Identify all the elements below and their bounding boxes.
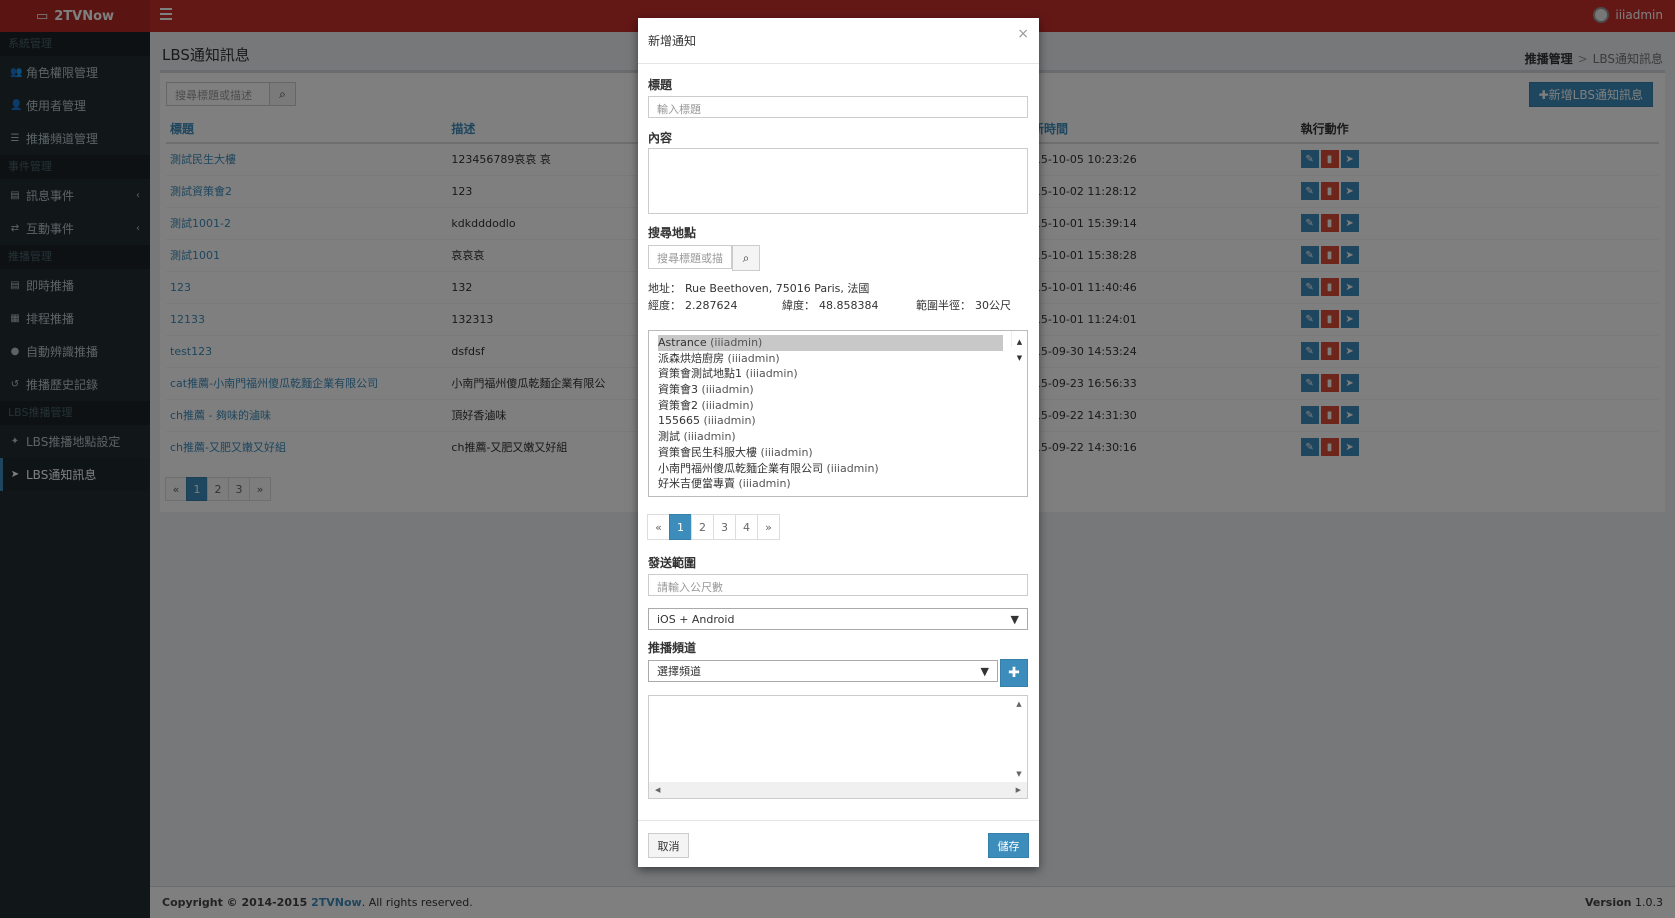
search-icon: ⌕ xyxy=(742,250,750,265)
list-item[interactable]: 資策會民生科服大樓 (iiiadmin) xyxy=(658,445,1003,461)
location-label: 搜尋地點 xyxy=(648,226,697,240)
list-item[interactable]: 好米吉便當專賣 (iiiadmin) xyxy=(658,476,1003,492)
address-value: Rue Beethoven, 75016 Paris, 法國 xyxy=(685,282,870,295)
list-item[interactable]: Astrance (iiiadmin) xyxy=(658,335,1003,351)
listbox-scrollbar[interactable]: ▲ ▼ xyxy=(1011,331,1027,362)
save-button[interactable]: 儲存 xyxy=(988,833,1029,858)
page-link[interactable]: 3 xyxy=(713,514,736,540)
channel-select[interactable]: 選擇頻道 ▼ xyxy=(648,660,998,682)
channel-label: 推播頻道 xyxy=(648,641,697,655)
title-input[interactable]: 輸入標題 xyxy=(648,96,1028,118)
cancel-button[interactable]: 取消 xyxy=(648,833,689,858)
list-item[interactable]: 155665 (iiiadmin) xyxy=(658,413,1003,429)
page-link[interactable]: 1 xyxy=(669,514,692,540)
page-link[interactable]: 2 xyxy=(691,514,714,540)
close-icon[interactable]: × xyxy=(1017,26,1029,42)
caret-down-icon: ▼ xyxy=(1010,612,1019,626)
add-channel-button[interactable]: ✚ xyxy=(1000,659,1028,687)
vertical-scrollbar[interactable]: ▲ ▼ xyxy=(1011,696,1027,782)
location-search-button[interactable]: ⌕ xyxy=(732,245,760,271)
latitude-value: 48.858384 xyxy=(819,299,879,312)
modal-title: 新增通知 xyxy=(648,34,697,48)
range-input[interactable]: 請輸入公尺數 xyxy=(648,574,1028,596)
list-item[interactable]: 資策會測試地點1 (iiiadmin) xyxy=(658,366,1003,382)
content-textarea[interactable] xyxy=(648,148,1028,214)
places-pagination: «1 2 3 4» xyxy=(647,514,780,540)
modal-footer: 取消 儲存 xyxy=(638,820,1039,867)
list-item[interactable]: 測試 (iiiadmin) xyxy=(658,429,1003,445)
caret-down-icon: ▼ xyxy=(980,664,989,678)
page-link[interactable]: 4 xyxy=(735,514,758,540)
location-search-input[interactable]: 搜尋標題或描 xyxy=(648,245,732,269)
platform-select[interactable]: iOS + Android ▼ xyxy=(648,608,1028,630)
page-link[interactable]: » xyxy=(757,514,780,540)
page-link[interactable]: « xyxy=(647,514,670,540)
address-line: 地址： Rue Beethoven, 75016 Paris, 法國 xyxy=(648,282,870,295)
radius-value: 30公尺 xyxy=(975,299,1011,312)
horizontal-scrollbar[interactable]: ◀ ▶ xyxy=(649,782,1027,798)
longitude-value: 2.287624 xyxy=(685,299,738,312)
scroll-down-icon: ▼ xyxy=(1016,353,1023,362)
channel-listbox[interactable]: ▲ ▼ ◀ ▶ xyxy=(648,695,1028,799)
title-label: 標題 xyxy=(648,78,673,92)
add-notification-modal: 新增通知 × 標題 輸入標題 內容 搜尋地點 搜尋標題或描 ⌕ 地址： Rue B… xyxy=(638,18,1039,867)
modal-header: 新增通知 × xyxy=(638,18,1039,64)
list-item[interactable]: 派森烘焙廚房 (iiiadmin) xyxy=(658,351,1003,367)
coordinates-line: 經度： 2.287624 緯度： 48.858384 範圍半徑： 30公尺 xyxy=(648,299,1011,312)
list-item[interactable]: 資策會2 (iiiadmin) xyxy=(658,398,1003,414)
list-item[interactable]: 小南門福州傻瓜乾麵企業有限公司 (iiiadmin) xyxy=(658,461,1003,477)
content-label: 內容 xyxy=(648,131,673,145)
places-listbox[interactable]: ▲ ▼ Astrance (iiiadmin) 派森烘焙廚房 (iiiadmin) 資… xyxy=(648,330,1028,497)
list-item[interactable]: 資策會3 (iiiadmin) xyxy=(658,382,1003,398)
range-label: 發送範圍 xyxy=(648,556,697,570)
scroll-up-icon: ▲ xyxy=(1016,338,1023,346)
